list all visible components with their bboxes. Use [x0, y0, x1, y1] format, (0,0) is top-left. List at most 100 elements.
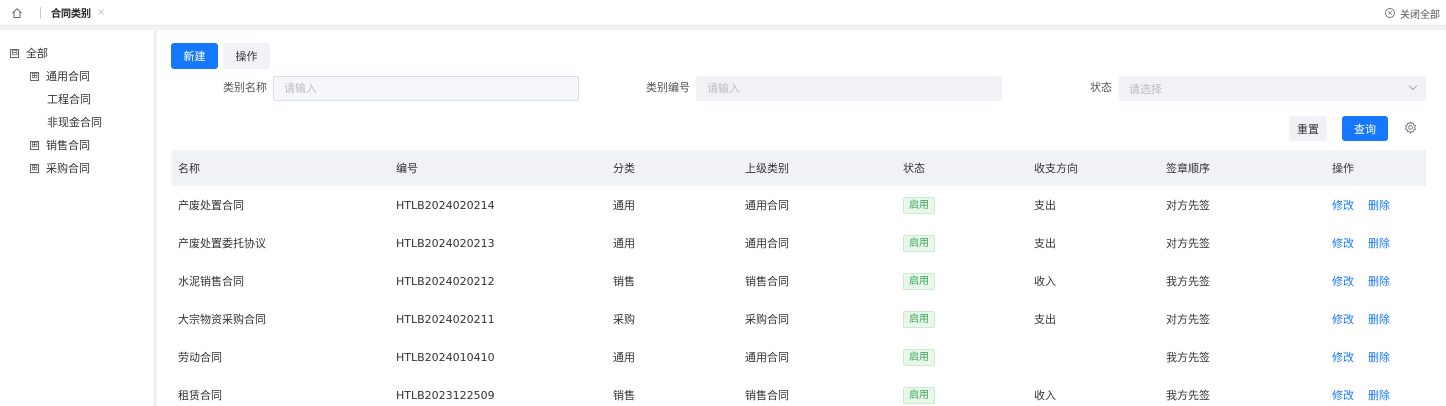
edit-link[interactable]: 修改 — [1332, 313, 1354, 326]
edit-link[interactable]: 修改 — [1332, 389, 1354, 402]
cell-code: HTLB2023122509 — [396, 388, 495, 402]
status-label: 状态 — [1090, 81, 1112, 94]
delete-link[interactable]: 删除 — [1368, 351, 1390, 364]
cell-status: 启用 — [896, 196, 1027, 214]
cell-name: 劳动合同 — [178, 351, 222, 364]
cell-code: HTLB2024020212 — [396, 274, 495, 288]
status-select[interactable]: 请选择 — [1119, 76, 1426, 101]
tree-node-label: 全部 — [26, 47, 48, 60]
cell-name: 产废处置合同 — [178, 199, 244, 212]
delete-link[interactable]: 删除 — [1368, 237, 1390, 250]
delete-link[interactable]: 删除 — [1368, 275, 1390, 288]
operations-button[interactable]: 操作 — [223, 43, 270, 69]
close-circle-icon: × — [1385, 8, 1395, 18]
cell-order: 我方先签 — [1166, 275, 1210, 288]
table-row: 租赁合同 HTLB2023122509 销售 销售合同 启用 收入 我方先签 修改 删除 — [171, 376, 1426, 406]
edit-link[interactable]: 修改 — [1332, 237, 1354, 250]
header-sign-order: 签章顺序 — [1166, 162, 1210, 175]
header-status: 状态 — [903, 162, 925, 175]
new-button[interactable]: 新建 — [171, 43, 218, 69]
tree-node-sales[interactable]: ⊞ 销售合同 — [30, 137, 90, 153]
edit-link[interactable]: 修改 — [1332, 351, 1354, 364]
delete-link[interactable]: 删除 — [1368, 199, 1390, 212]
gear-icon[interactable] — [1404, 121, 1418, 135]
table-row: 产废处置委托协议 HTLB2024020213 通用 通用合同 启用 支出 对方先签 修改 删除 — [171, 224, 1426, 262]
tree-node-all[interactable]: ⊟ 全部 — [10, 45, 48, 61]
query-button[interactable]: 查询 — [1342, 116, 1388, 141]
tree-node-general[interactable]: ⊞ 通用合同 — [30, 68, 90, 84]
tree-node-non-cash[interactable]: 非现金合同 — [47, 114, 102, 130]
tab-separator — [40, 6, 41, 19]
cell-category: 通用 — [613, 199, 635, 212]
cell-actions: 修改 删除 — [1325, 311, 1426, 327]
category-name-label: 类别名称 — [223, 81, 267, 94]
category-code-input[interactable] — [696, 76, 1002, 101]
cell-parent: 销售合同 — [745, 389, 789, 402]
cell-status: 启用 — [896, 310, 1027, 328]
cell-actions: 修改 删除 — [1325, 387, 1426, 403]
cell-direction: 支出 — [1034, 313, 1056, 326]
cell-order: 我方先签 — [1166, 389, 1210, 402]
reset-button[interactable]: 重置 — [1289, 116, 1327, 141]
cell-code: HTLB2024020214 — [396, 198, 495, 212]
cell-parent: 通用合同 — [745, 237, 789, 250]
sidebar-tree: ⊟ 全部 ⊞ 通用合同 工程合同 非现金合同 ⊞ 销售合同 ⊞ 采购合同 — [0, 30, 155, 406]
cell-direction: 支出 — [1034, 199, 1056, 212]
tree-node-label: 采购合同 — [46, 162, 90, 175]
tree-node-label: 工程合同 — [47, 93, 91, 106]
header-actions: 操作 — [1332, 162, 1354, 175]
table-body: 产废处置合同 HTLB2024020214 通用 通用合同 启用 支出 对方先签 修改 删除 产废… — [171, 186, 1426, 406]
tree-node-engineering[interactable]: 工程合同 — [47, 91, 91, 107]
cell-code: HTLB2024010410 — [396, 350, 495, 364]
cell-name: 产废处置委托协议 — [178, 237, 266, 250]
table-header: 名称 编号 分类 上级类别 状态 收支方向 签章顺序 操作 — [171, 150, 1426, 186]
expand-icon[interactable]: ⊞ — [30, 163, 39, 173]
collapse-icon[interactable]: ⊟ — [10, 48, 19, 58]
header-category: 分类 — [613, 162, 635, 175]
cell-order: 我方先签 — [1166, 351, 1210, 364]
edit-link[interactable]: 修改 — [1332, 275, 1354, 288]
close-all-button[interactable]: × 关闭全部 — [1385, 0, 1440, 26]
home-icon[interactable] — [10, 6, 24, 20]
status-badge: 启用 — [903, 348, 935, 366]
cell-parent: 采购合同 — [745, 313, 789, 326]
cell-order: 对方先签 — [1166, 313, 1210, 326]
tab-close-icon[interactable]: × — [97, 7, 105, 18]
header-name: 名称 — [178, 162, 200, 175]
cell-code: HTLB2024020213 — [396, 236, 495, 250]
tab-bar: 合同类别 × × 关闭全部 — [0, 0, 1446, 26]
status-badge: 启用 — [903, 234, 935, 252]
cell-direction: 收入 — [1034, 389, 1056, 402]
header-parent: 上级类别 — [745, 162, 789, 175]
cell-actions: 修改 删除 — [1325, 349, 1426, 365]
status-badge: 启用 — [903, 310, 935, 328]
cell-category: 销售 — [613, 275, 635, 288]
table-row: 水泥销售合同 HTLB2024020212 销售 销售合同 启用 收入 我方先签 修改 删除 — [171, 262, 1426, 300]
expand-icon[interactable]: ⊞ — [30, 140, 39, 150]
tree-node-label: 通用合同 — [46, 70, 90, 83]
table-row: 大宗物资采购合同 HTLB2024020211 采购 采购合同 启用 支出 对方先签 修改 删除 — [171, 300, 1426, 338]
cell-actions: 修改 删除 — [1325, 273, 1426, 289]
cell-parent: 通用合同 — [745, 199, 789, 212]
cell-name: 租赁合同 — [178, 389, 222, 402]
cell-parent: 销售合同 — [745, 275, 789, 288]
cell-status: 启用 — [896, 272, 1027, 290]
category-code-label: 类别编号 — [646, 81, 690, 94]
expand-icon[interactable]: ⊞ — [30, 71, 39, 81]
delete-link[interactable]: 删除 — [1368, 389, 1390, 402]
tree-node-purchase[interactable]: ⊞ 采购合同 — [30, 160, 90, 176]
cell-status: 启用 — [896, 234, 1027, 252]
cell-direction: 收入 — [1034, 275, 1056, 288]
header-direction: 收支方向 — [1034, 162, 1078, 175]
status-select-placeholder: 请选择 — [1129, 82, 1162, 96]
category-name-input[interactable] — [273, 76, 579, 101]
delete-link[interactable]: 删除 — [1368, 313, 1390, 326]
cell-parent: 通用合同 — [745, 351, 789, 364]
chevron-down-icon — [1408, 81, 1418, 91]
cell-name: 水泥销售合同 — [178, 275, 244, 288]
cell-code: HTLB2024020211 — [396, 312, 495, 326]
cell-direction: 支出 — [1034, 237, 1056, 250]
table-row: 劳动合同 HTLB2024010410 通用 通用合同 启用 我方先签 修改 删除 — [171, 338, 1426, 376]
edit-link[interactable]: 修改 — [1332, 199, 1354, 212]
tab-contract-category[interactable]: 合同类别 × — [51, 5, 105, 20]
